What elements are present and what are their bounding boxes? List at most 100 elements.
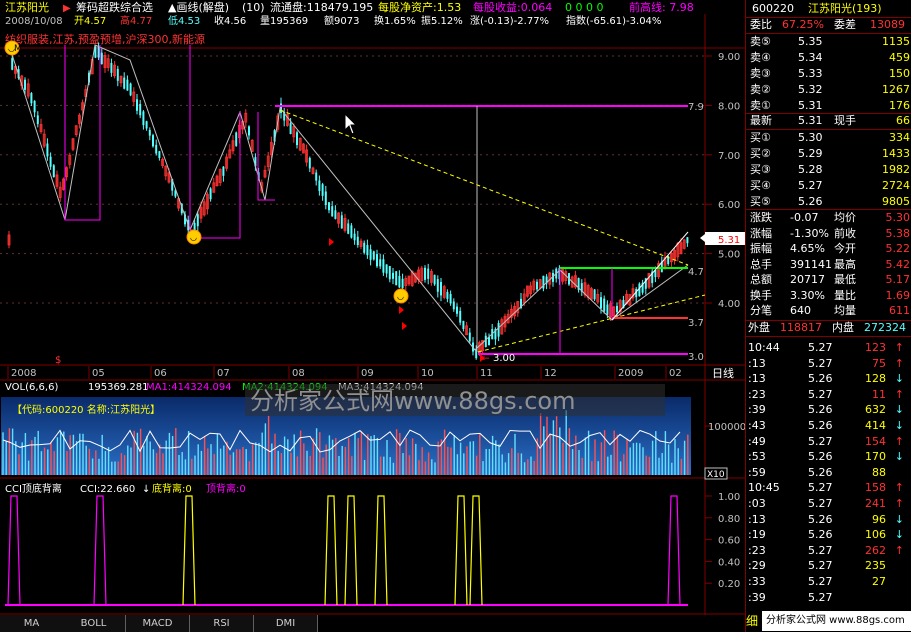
- candle-body: [660, 261, 663, 273]
- stock-chart-window: 江苏阳光 ▶ 筹码超跌综合选 ▲画线(解盘) (10) 流通盘:118479.1…: [0, 0, 911, 632]
- panel-divider: [746, 336, 911, 337]
- candle-body: [379, 259, 382, 267]
- candle-body: [654, 269, 657, 278]
- tick-time: :13: [748, 512, 766, 526]
- stat-value: 4.65%: [790, 242, 825, 255]
- box-line: [64, 45, 101, 221]
- candle-body: [440, 282, 442, 296]
- month-label: 02: [669, 368, 682, 379]
- stat-value: 5.22: [885, 242, 911, 255]
- ask-label: 卖④: [750, 51, 771, 64]
- stat-row: 涨跌 -0.07 均价 5.30: [746, 210, 911, 226]
- tab-dmi[interactable]: DMI: [254, 615, 318, 632]
- tick-price: 5.26: [808, 528, 833, 542]
- drawline-label[interactable]: ▲画线(解盘): [168, 0, 229, 14]
- cci-spike: [374, 495, 388, 606]
- quote-panel: 600220 江苏阳光(193) 委比 67.25% 委差 13089 卖⑤ 5.35 11…: [745, 0, 911, 632]
- level-label: 7.9: [688, 102, 704, 113]
- tab-rsi[interactable]: RSI: [190, 615, 254, 632]
- tick-volume: 158: [865, 481, 886, 495]
- candle-body: [340, 215, 343, 229]
- price-badge-pointer: [700, 234, 705, 242]
- candle-body: [590, 288, 593, 300]
- month-label: 11: [480, 368, 493, 379]
- tick-time: :23: [748, 387, 766, 401]
- candle-body: [529, 285, 532, 295]
- detail-label[interactable]: 细: [746, 612, 762, 631]
- tick-volume: 75: [872, 356, 886, 370]
- candle-body: [644, 278, 647, 289]
- bid-volume: 1433: [882, 147, 910, 160]
- candle-body: [385, 264, 388, 274]
- candle-body: [126, 79, 129, 91]
- trend-line: [611, 231, 689, 321]
- candle-body: [13, 65, 17, 74]
- candle-body: [580, 283, 583, 292]
- candle-body: [667, 255, 670, 265]
- ask-label: 卖⑤: [750, 35, 771, 48]
- price-chart[interactable]: 9.00 8.00 7.00 6.00 5.00 4.00 7.9 4.7 3.7 3.0 3.00…: [0, 0, 745, 615]
- tick-time: :39: [748, 590, 766, 604]
- eps: 每股收益:0.064: [473, 0, 552, 14]
- candle-body: [209, 188, 212, 200]
- candle-body: [548, 272, 552, 285]
- tick-volume: 11: [872, 387, 886, 401]
- last-label: 最新: [750, 114, 772, 127]
- candle-body: [612, 306, 616, 317]
- candle-body: [488, 337, 490, 346]
- candle-body: [382, 259, 385, 273]
- candle-body: [225, 156, 229, 169]
- tick-row: :39 5.27: [746, 590, 911, 606]
- bid-volume: 334: [889, 131, 910, 144]
- price-axis-label: 4.00: [718, 299, 740, 310]
- tab-boll[interactable]: BOLL: [62, 615, 126, 632]
- stat-label: 最低: [834, 273, 856, 286]
- current-price-label: 5.31: [718, 235, 740, 246]
- tab-ma[interactable]: MA: [0, 615, 64, 632]
- arrow-up-icon: ↑: [894, 356, 904, 370]
- bid-label: 买①: [750, 131, 771, 144]
- tick-price: 5.27: [808, 356, 833, 370]
- arrow-up-icon: ↑: [894, 434, 904, 448]
- tick-volume: 414: [865, 419, 886, 432]
- bid-volume: 1982: [882, 163, 910, 176]
- candle-body: [285, 114, 289, 126]
- ask-row: 卖⑤ 5.35 1135: [746, 34, 911, 50]
- candle-body: [241, 120, 245, 130]
- candle-body: [600, 297, 602, 309]
- cci-spike: [667, 495, 681, 606]
- candle-body: [500, 319, 504, 335]
- candle-body: [401, 278, 404, 289]
- tick-price: 5.26: [808, 450, 833, 464]
- candle-body: [337, 212, 341, 224]
- bid-price: 5.29: [798, 147, 823, 160]
- arrow-down-icon: ↓: [894, 419, 904, 432]
- bid-volume: 9805: [882, 195, 910, 208]
- candle-body: [68, 154, 72, 165]
- candle-body: [296, 132, 298, 146]
- arrow-down-icon: ↓: [894, 450, 904, 464]
- candle-body: [663, 257, 667, 269]
- tab-macd[interactable]: MACD: [126, 615, 190, 632]
- outer-value: 118817: [780, 321, 822, 334]
- tick-price: 5.27: [808, 341, 833, 354]
- bid-price: 5.26: [798, 195, 823, 208]
- candle-body: [17, 69, 20, 79]
- tick-price: 5.27: [808, 559, 833, 573]
- candle-body: [196, 214, 199, 227]
- candle-body: [205, 193, 209, 210]
- vol-code-text: 【代码:600220 名称:江苏阳光】: [12, 403, 160, 416]
- stat-value: 20717: [790, 273, 825, 286]
- tick-row: :19 5.26 106 ↓: [746, 527, 911, 543]
- tick-time: :23: [748, 543, 766, 557]
- tick-row: :39 5.26 632 ↓: [746, 402, 911, 418]
- candle-body: [311, 167, 315, 175]
- bid-volume: 2724: [882, 179, 910, 192]
- tick-volume: 170: [865, 450, 886, 464]
- ask-label: 卖①: [750, 99, 771, 112]
- indicator-name[interactable]: 筹码超跌综合选: [76, 0, 153, 14]
- flag-marker-icon: [480, 354, 485, 362]
- candle-body: [248, 126, 250, 136]
- candle-body: [167, 172, 171, 183]
- stat-row: 总手 391141 最高 5.42: [746, 257, 911, 273]
